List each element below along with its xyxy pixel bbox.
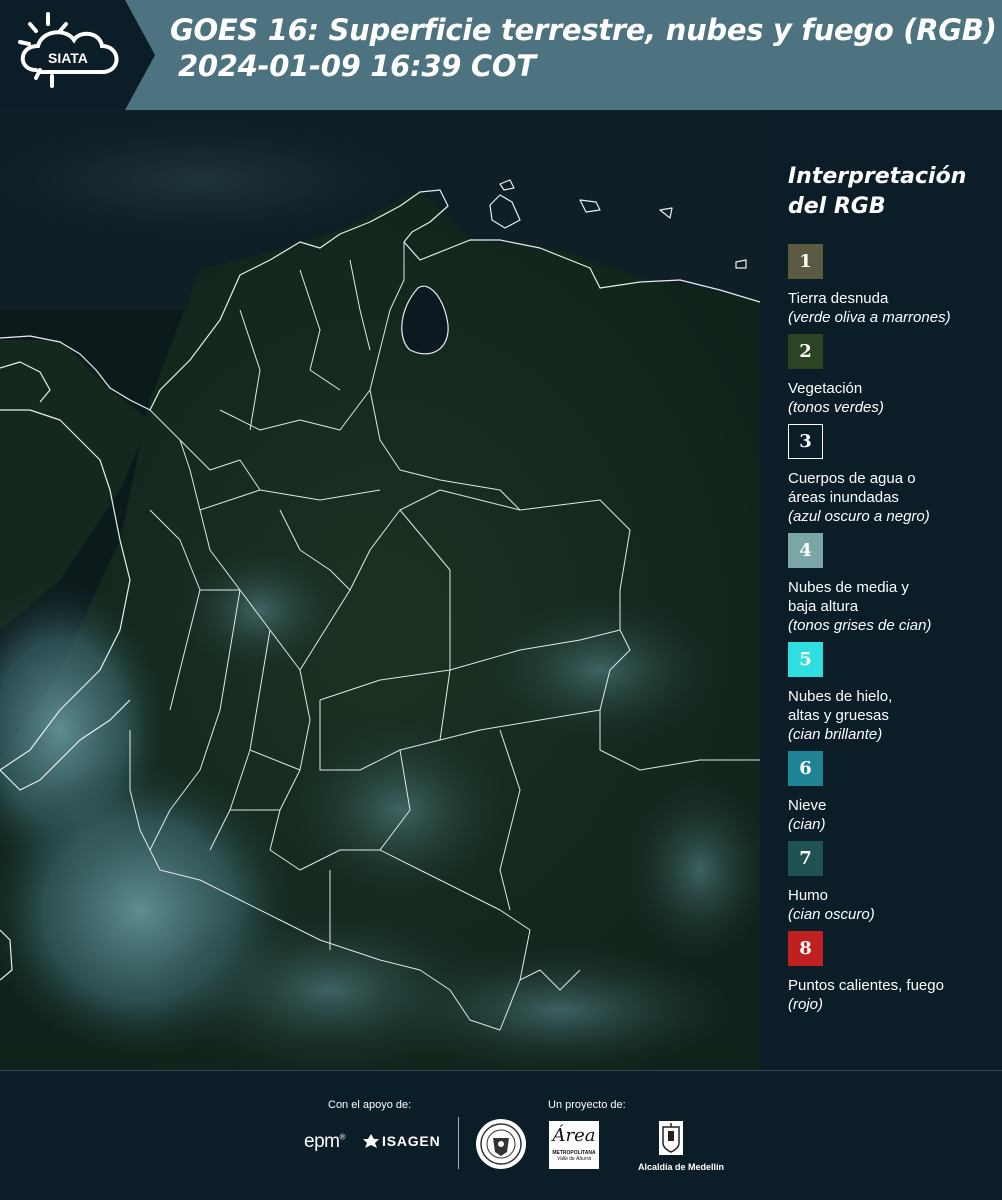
- legend-panel: Interpretación del RGB 1 Tierra desnuda …: [760, 110, 1002, 1070]
- legend-item-water: 3 Cuerpos de agua o áreas inundadas (azu…: [788, 424, 998, 526]
- satellite-map: [0, 110, 760, 1070]
- legend-item-smoke: 7 Humo (cian oscuro): [788, 841, 998, 924]
- isagen-icon: [363, 1134, 379, 1148]
- epm-logo: epm®: [304, 1131, 345, 1152]
- legend-desc: (tonos verdes): [788, 399, 884, 416]
- legend-desc: (azul oscuro a negro): [788, 508, 930, 525]
- support-label: Con el apoyo de:: [328, 1099, 412, 1111]
- legend-swatch: 4: [788, 533, 823, 568]
- legend-desc: (verde oliva a marrones): [788, 309, 951, 326]
- footer-divider: [458, 1117, 459, 1169]
- legend-label: Humo: [788, 887, 829, 904]
- legend-item-mid-low-clouds: 4 Nubes de media y baja altura (tonos gr…: [788, 533, 998, 635]
- legend-title: Interpretación del RGB: [788, 164, 967, 219]
- legend-swatch: 1: [788, 244, 823, 279]
- legend-desc: (rojo): [788, 996, 824, 1013]
- legend-desc: (cian brillante): [788, 726, 883, 743]
- legend-desc: (cian): [788, 816, 826, 833]
- legend-swatch: 5: [788, 642, 823, 677]
- government-seal-logo: [476, 1119, 526, 1169]
- area-metropolitana-logo: Área METROPOLITANA Valle de Aburrá: [549, 1121, 599, 1169]
- legend-label: Vegetación: [788, 380, 863, 397]
- legend-swatch: 3: [788, 424, 823, 459]
- legend-desc: (tonos grises de cian): [788, 617, 932, 634]
- isagen-logo: ISAGEN: [362, 1133, 440, 1149]
- alcaldia-medellin-logo: Alcaldía de Medellín: [638, 1119, 724, 1172]
- legend-swatch: 7: [788, 841, 823, 876]
- title-product: GOES 16: Superficie terrestre, nubes y f…: [170, 13, 997, 47]
- legend-label: Puntos calientes, fuego: [788, 977, 944, 994]
- legend-label: Nieve: [788, 797, 827, 814]
- legend-swatch: 2: [788, 334, 823, 369]
- legend-item-vegetation: 2 Vegetación (tonos verdes): [788, 334, 998, 417]
- legend-item-bare-soil: 1 Tierra desnuda (verde oliva a marrones…: [788, 244, 998, 327]
- legend-swatch: 8: [788, 931, 823, 966]
- legend-item-fire: 8 Puntos calientes, fuego (rojo): [788, 931, 998, 1014]
- footer: Con el apoyo de: Un proyecto de: epm® IS…: [0, 1070, 1002, 1200]
- legend-label: Cuerpos de agua o áreas inundadas: [788, 470, 916, 506]
- legend-desc: (cian oscuro): [788, 906, 875, 923]
- siata-logo: SIATA: [0, 0, 155, 110]
- svg-text:SIATA: SIATA: [48, 50, 88, 66]
- project-label: Un proyecto de:: [548, 1099, 626, 1111]
- header-banner: SIATA GOES 16: Superficie terrestre, nub…: [0, 0, 1002, 110]
- legend-label: Nubes de hielo, altas y gruesas: [788, 688, 893, 724]
- legend-label: Nubes de media y baja altura: [788, 579, 909, 615]
- legend-item-ice-clouds: 5 Nubes de hielo, altas y gruesas (cian …: [788, 642, 998, 744]
- legend-item-snow: 6 Nieve (cian): [788, 751, 998, 834]
- title-timestamp: 2024-01-09 16:39 COT: [178, 49, 536, 83]
- page-title: GOES 16: Superficie terrestre, nubes y f…: [170, 12, 997, 84]
- legend-swatch: 6: [788, 751, 823, 786]
- coat-of-arms-icon: [659, 1121, 683, 1155]
- legend-label: Tierra desnuda: [788, 290, 889, 307]
